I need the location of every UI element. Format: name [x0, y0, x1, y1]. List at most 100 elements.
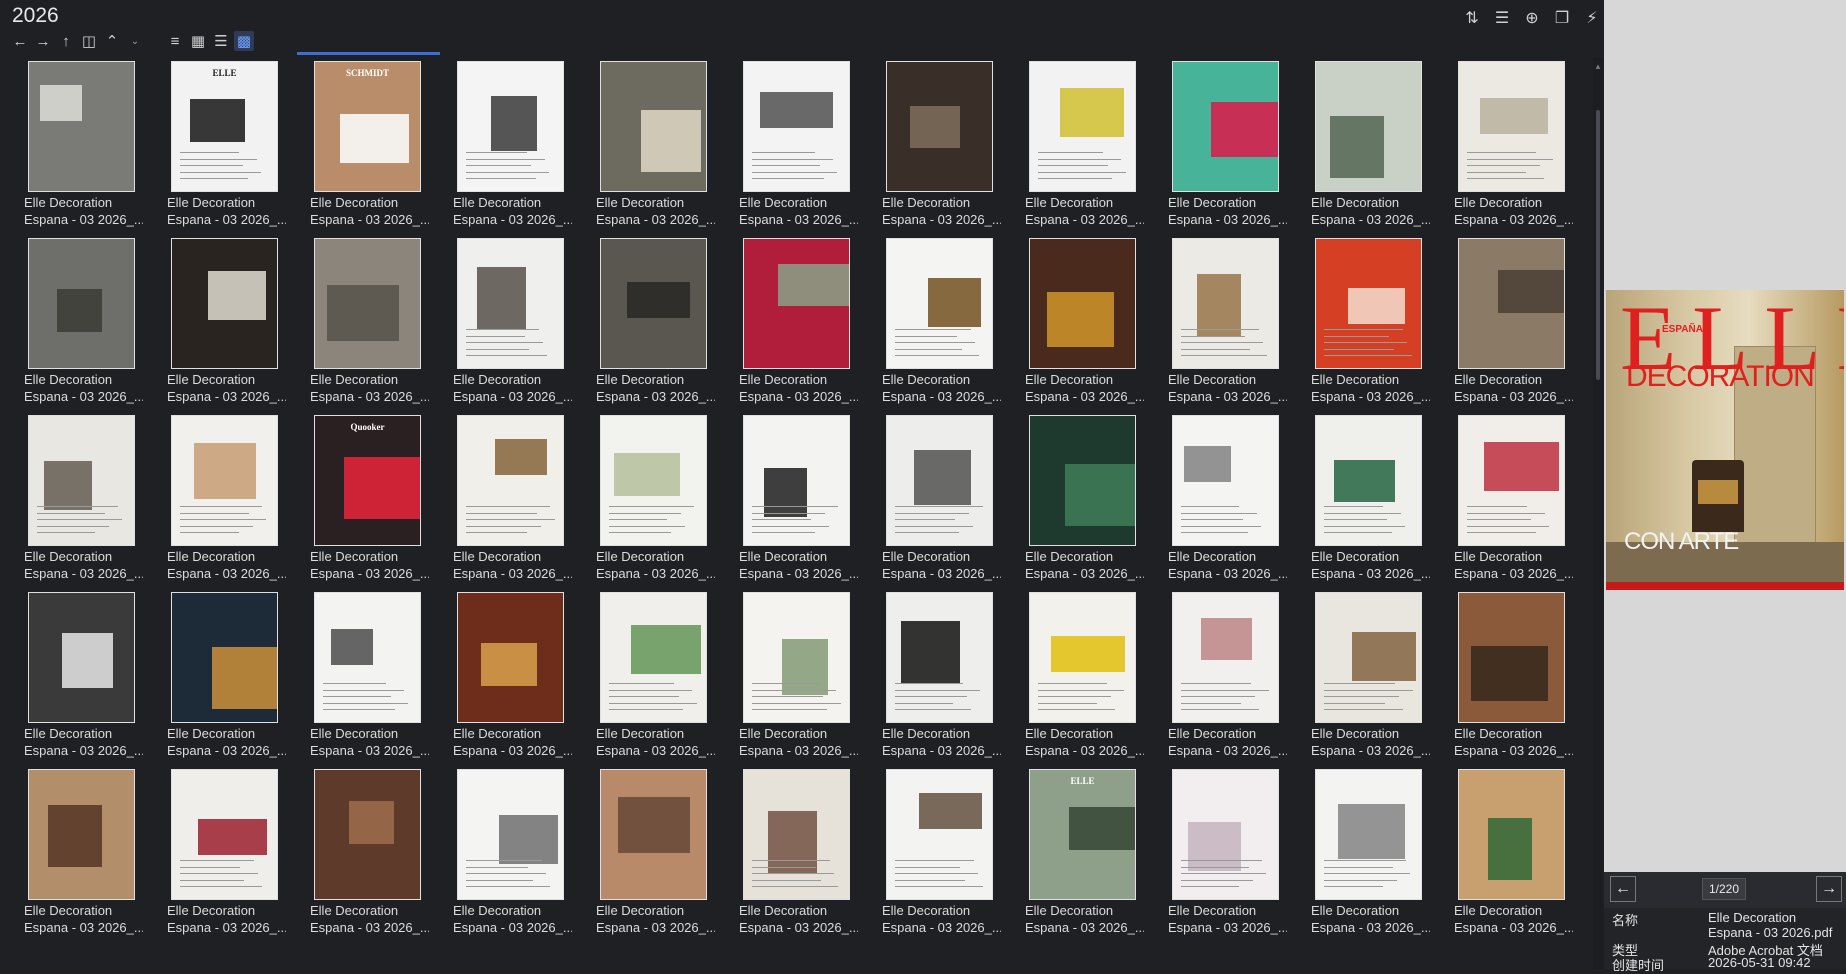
file-thumbnail[interactable]	[1458, 592, 1565, 723]
file-thumbnail[interactable]	[1315, 592, 1422, 723]
file-thumbnail[interactable]	[886, 592, 993, 723]
file-thumbnail[interactable]	[28, 61, 135, 192]
file-item[interactable]: Elle Decoration Espana - 03 2026_...	[858, 766, 1001, 940]
file-thumbnail[interactable]	[457, 238, 564, 369]
previous-page-button[interactable]: ←	[1610, 876, 1636, 902]
file-item[interactable]: Elle Decoration Espana - 03 2026_...	[286, 589, 429, 763]
file-item[interactable]: Elle Decoration Espana - 03 2026_...	[1001, 589, 1144, 763]
file-thumbnail[interactable]	[1315, 769, 1422, 900]
file-thumbnail[interactable]	[600, 415, 707, 546]
file-item[interactable]: Elle Decoration Espana - 03 2026_...	[1144, 766, 1287, 940]
file-thumbnail[interactable]	[743, 415, 850, 546]
file-item[interactable]: Elle Decoration Espana - 03 2026_...	[1144, 412, 1287, 586]
file-thumbnail[interactable]: SCHMIDT	[314, 61, 421, 192]
file-item[interactable]: Elle Decoration Espana - 03 2026_...	[1430, 235, 1573, 409]
file-item[interactable]: SCHMIDT Elle Decoration Espana - 03 2026_.…	[286, 58, 429, 232]
file-thumbnail[interactable]	[1315, 61, 1422, 192]
file-thumbnail[interactable]	[743, 769, 850, 900]
file-item[interactable]: Elle Decoration Espana - 03 2026_...	[715, 235, 858, 409]
file-thumbnail[interactable]: Quooker	[314, 415, 421, 546]
file-thumbnail[interactable]	[28, 415, 135, 546]
file-item[interactable]: Elle Decoration Espana - 03 2026_...	[1430, 58, 1573, 232]
file-thumbnail[interactable]: ELLE	[1029, 769, 1136, 900]
file-thumbnail[interactable]	[171, 769, 278, 900]
file-item[interactable]: Elle Decoration Espana - 03 2026_...	[429, 235, 572, 409]
file-item[interactable]: Elle Decoration Espana - 03 2026_...	[715, 589, 858, 763]
file-thumbnail[interactable]	[1029, 415, 1136, 546]
details-view-icon[interactable]: ≡	[165, 31, 185, 51]
file-thumbnail[interactable]	[886, 61, 993, 192]
lightning-icon[interactable]: ⚡	[1580, 7, 1604, 29]
chevron-up-icon[interactable]: ⌃	[102, 31, 122, 51]
file-thumbnail[interactable]	[1029, 238, 1136, 369]
file-item[interactable]: Elle Decoration Espana - 03 2026_...	[0, 235, 143, 409]
file-item[interactable]: Elle Decoration Espana - 03 2026_...	[1287, 58, 1430, 232]
filter-list-icon[interactable]: ☰	[1490, 7, 1514, 29]
file-item[interactable]: Elle Decoration Espana - 03 2026_...	[715, 766, 858, 940]
file-item[interactable]: Elle Decoration Espana - 03 2026_...	[1430, 766, 1573, 940]
thumbnail-view-icon[interactable]: ▩	[234, 31, 254, 51]
file-item[interactable]: Elle Decoration Espana - 03 2026_...	[858, 589, 1001, 763]
file-item[interactable]: Elle Decoration Espana - 03 2026_...	[286, 235, 429, 409]
back-arrow-icon[interactable]: ←	[10, 31, 30, 51]
file-item[interactable]: Elle Decoration Espana - 03 2026_...	[858, 412, 1001, 586]
file-thumbnail[interactable]	[457, 769, 564, 900]
file-thumbnail[interactable]	[1172, 238, 1279, 369]
file-thumbnail[interactable]	[1458, 61, 1565, 192]
file-thumbnail[interactable]	[1029, 61, 1136, 192]
file-item[interactable]: Elle Decoration Espana - 03 2026_...	[429, 412, 572, 586]
add-icon[interactable]: ⊕	[1520, 7, 1544, 29]
file-thumbnail[interactable]	[1172, 592, 1279, 723]
file-thumbnail[interactable]	[457, 61, 564, 192]
list-view-icon[interactable]: ▦	[188, 31, 208, 51]
file-thumbnail[interactable]	[600, 769, 707, 900]
file-item[interactable]: Elle Decoration Espana - 03 2026_...	[1287, 589, 1430, 763]
file-thumbnail[interactable]	[314, 238, 421, 369]
file-item[interactable]: Elle Decoration Espana - 03 2026_...	[715, 412, 858, 586]
file-thumbnail[interactable]	[1315, 415, 1422, 546]
vertical-scrollbar[interactable]: ▲	[1593, 58, 1603, 969]
file-item[interactable]: Elle Decoration Espana - 03 2026_...	[143, 412, 286, 586]
file-item[interactable]: Elle Decoration Espana - 03 2026_...	[1001, 412, 1144, 586]
file-item[interactable]: Elle Decoration Espana - 03 2026_...	[286, 766, 429, 940]
file-thumbnail[interactable]	[171, 238, 278, 369]
copy-icon[interactable]: ❐	[1550, 7, 1574, 29]
file-item[interactable]: Elle Decoration Espana - 03 2026_...	[858, 58, 1001, 232]
file-thumbnail[interactable]	[886, 415, 993, 546]
file-thumbnail[interactable]	[1458, 415, 1565, 546]
file-item[interactable]: Elle Decoration Espana - 03 2026_...	[1144, 235, 1287, 409]
file-thumbnail[interactable]	[743, 61, 850, 192]
next-page-button[interactable]: →	[1816, 876, 1842, 902]
file-thumbnail[interactable]	[886, 769, 993, 900]
file-thumbnail[interactable]	[743, 238, 850, 369]
file-item[interactable]: ELLE Elle Decoration Espana - 03 2026_...	[143, 58, 286, 232]
file-item[interactable]: Elle Decoration Espana - 03 2026_...	[1430, 412, 1573, 586]
file-item[interactable]: Elle Decoration Espana - 03 2026_...	[0, 589, 143, 763]
file-thumbnail[interactable]	[743, 592, 850, 723]
file-thumbnail[interactable]	[1172, 61, 1279, 192]
file-thumbnail[interactable]	[314, 769, 421, 900]
file-item[interactable]: Elle Decoration Espana - 03 2026_...	[715, 58, 858, 232]
file-item[interactable]: Quooker Elle Decoration Espana - 03 2026_.…	[286, 412, 429, 586]
file-item[interactable]: Elle Decoration Espana - 03 2026_...	[1001, 235, 1144, 409]
page-counter[interactable]: 1/220	[1702, 878, 1746, 900]
file-item[interactable]: Elle Decoration Espana - 03 2026_...	[1287, 235, 1430, 409]
file-item[interactable]: Elle Decoration Espana - 03 2026_...	[143, 589, 286, 763]
file-thumbnail[interactable]	[1458, 238, 1565, 369]
file-thumbnail[interactable]	[1315, 238, 1422, 369]
file-item[interactable]: Elle Decoration Espana - 03 2026_...	[572, 58, 715, 232]
tree-view-icon[interactable]: ☰	[211, 31, 231, 51]
file-item[interactable]: Elle Decoration Espana - 03 2026_...	[0, 58, 143, 232]
scroll-up-icon[interactable]: ▲	[1594, 62, 1602, 71]
file-item[interactable]: Elle Decoration Espana - 03 2026_...	[572, 235, 715, 409]
file-thumbnail[interactable]	[28, 769, 135, 900]
up-arrow-icon[interactable]: ↑	[56, 31, 76, 51]
file-item[interactable]: Elle Decoration Espana - 03 2026_...	[429, 589, 572, 763]
file-item[interactable]: Elle Decoration Espana - 03 2026_...	[1144, 589, 1287, 763]
file-thumbnail[interactable]: ELLE	[171, 61, 278, 192]
file-thumbnail[interactable]	[600, 61, 707, 192]
file-thumbnail[interactable]	[457, 592, 564, 723]
file-item[interactable]: Elle Decoration Espana - 03 2026_...	[1287, 766, 1430, 940]
file-item[interactable]: Elle Decoration Espana - 03 2026_...	[858, 235, 1001, 409]
file-thumbnail[interactable]	[1029, 592, 1136, 723]
